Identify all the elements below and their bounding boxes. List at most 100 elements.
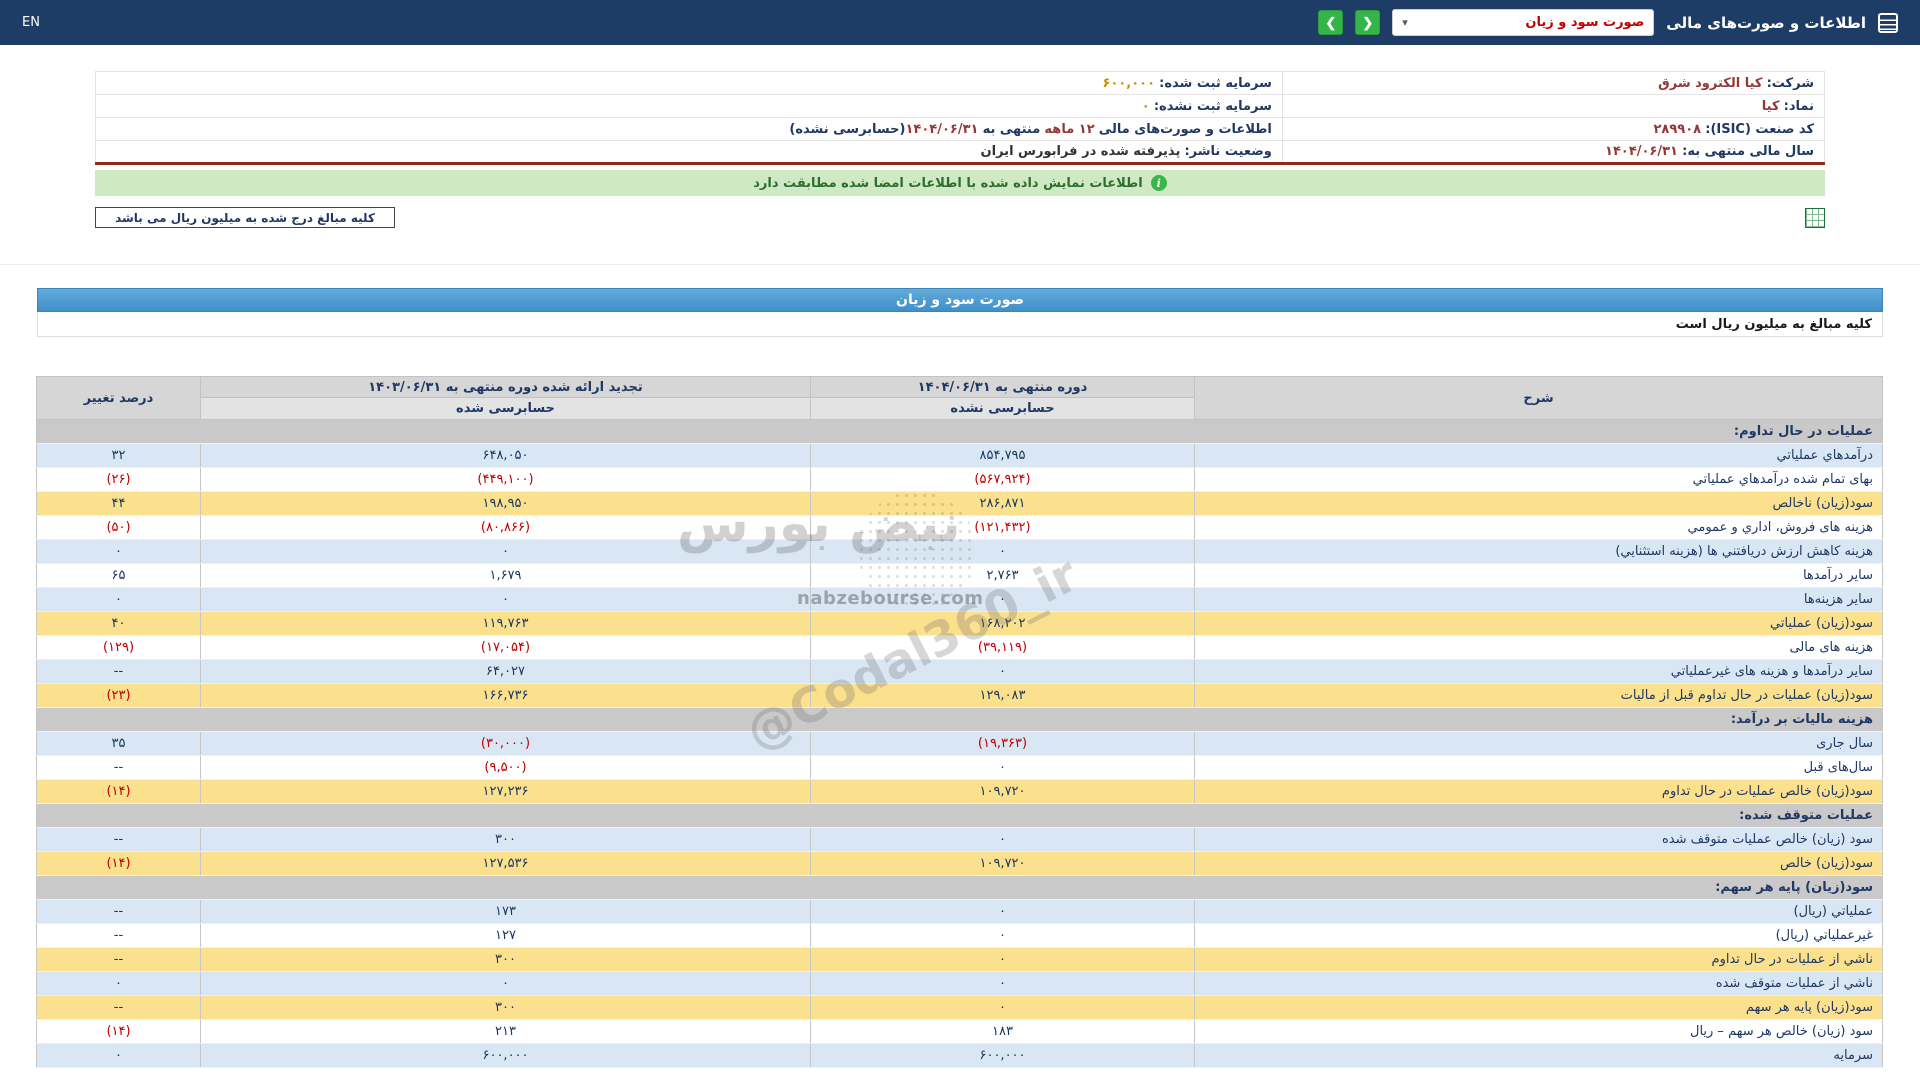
previous-period-value: ۱,۶۷۹	[201, 564, 811, 588]
row-description: سود (زیان) خالص عملیات متوقف شده	[1195, 828, 1883, 852]
section-title: عملیات متوقف شده:	[37, 804, 1883, 828]
row-description: غيرعملياتي (ريال)	[1195, 924, 1883, 948]
profit-loss-table: شرح دوره منتهی به ۱۴۰۴/۰۶/۳۱ تجدید ارائه…	[36, 376, 1883, 1068]
statement-select-value: صورت سود و زیان	[1525, 15, 1644, 30]
info-row: نماد: کیا سرمایه ثبت نشده: ۰	[96, 95, 1825, 118]
info-row: سال مالی منتهی به: ۱۴۰۴/۰۶/۳۱ وضعیت ناشر…	[96, 141, 1825, 164]
info-cell-report-period: اطلاعات و صورت‌های مالی ۱۲ ماهه منتهی به…	[96, 118, 1283, 141]
col-header-previous-period: تجدید ارائه شده دوره منتهی به ۱۴۰۳/۰۶/۳۱	[201, 377, 811, 398]
table-section-row: عملیات در حال تداوم:	[37, 420, 1883, 444]
export-excel-icon[interactable]	[1805, 208, 1825, 228]
current-period-value: ۱۸۳	[811, 1020, 1195, 1044]
topbar-title: اطلاعات و صورت‌های مالی	[1666, 14, 1866, 32]
col-header-description: شرح	[1195, 377, 1883, 420]
table-row: بهای تمام شده درآمدهاي عملياتي(۵۶۷,۹۲۴)(…	[37, 468, 1883, 492]
report-period-months: ۱۲ ماهه	[1044, 122, 1094, 137]
table-section-row: سود(زيان) پايه هر سهم:	[37, 876, 1883, 900]
info-cell-issuer-status: وضعیت ناشر: پذیرفته شده در فرابورس ایران	[96, 141, 1283, 164]
row-description: هزينه های مالی	[1195, 636, 1883, 660]
col-header-current-period: دوره منتهی به ۱۴۰۴/۰۶/۳۱	[811, 377, 1195, 398]
unit-note-row: کلیه مبالغ درج شده به میلیون ریال می باش…	[95, 207, 1825, 228]
table-row: درآمدهاي عملياتي۸۵۴,۷۹۵۶۴۸,۰۵۰۳۲	[37, 444, 1883, 468]
previous-period-value: (۸۰,۸۶۶)	[201, 516, 811, 540]
row-description: سود(زيان) خالص عملیات در حال تداوم	[1195, 780, 1883, 804]
row-description: ساير درآمدها	[1195, 564, 1883, 588]
field-label: کد صنعت (ISIC):	[1705, 122, 1814, 137]
current-period-value: ۱۲۹,۰۸۳	[811, 684, 1195, 708]
table-row: سایر هزينه‌ها۰۰۰	[37, 588, 1883, 612]
section-title: هزينه ماليات بر درآمد:	[37, 708, 1883, 732]
change-percent-value: (۱۴)	[37, 1020, 201, 1044]
row-description: بهای تمام شده درآمدهاي عملياتي	[1195, 468, 1883, 492]
company-name: کیا الکترود شرق	[1658, 76, 1762, 91]
statement-type-select[interactable]: صورت سود و زیان ▾	[1392, 9, 1654, 36]
table-row: ساير درآمدها۲,۷۶۳۱,۶۷۹۶۵	[37, 564, 1883, 588]
row-description: سود(زيان) عملياتي	[1195, 612, 1883, 636]
next-statement-button[interactable]: ❯	[1318, 10, 1343, 35]
change-percent-value: ۴۰	[37, 612, 201, 636]
col-subheader-audited: حسابرسی شده	[201, 398, 811, 420]
previous-period-value: ۰	[201, 588, 811, 612]
signature-match-text: اطلاعات نمایش داده شده با اطلاعات امضا ش…	[753, 176, 1143, 191]
statement-title-bar: صورت سود و زیان	[37, 288, 1883, 312]
change-percent-value: ۴۴	[37, 492, 201, 516]
change-percent-value: --	[37, 924, 201, 948]
row-description: عملياتي (ريال)	[1195, 900, 1883, 924]
report-period-text: اطلاعات و صورت‌های مالی	[1099, 122, 1272, 137]
change-percent-value: ۳۵	[37, 732, 201, 756]
row-description: سود(زیان) خالص	[1195, 852, 1883, 876]
info-cell-unregistered-capital: سرمایه ثبت نشده: ۰	[96, 95, 1283, 118]
row-description: سود(زيان) عمليات در حال تداوم قبل از مال…	[1195, 684, 1883, 708]
previous-period-value: ۱۲۷	[201, 924, 811, 948]
row-description: سود(زيان) پايه هر سهم	[1195, 996, 1883, 1020]
current-period-value: (۳۹,۱۱۹)	[811, 636, 1195, 660]
current-period-value: ۰	[811, 948, 1195, 972]
field-label: شرکت:	[1767, 76, 1814, 91]
info-cell-isic: کد صنعت (ISIC): ۲۸۹۹۰۸	[1282, 118, 1824, 141]
previous-period-value: ۱۷۳	[201, 900, 811, 924]
prev-statement-button[interactable]: ❮	[1355, 10, 1380, 35]
current-period-value: (۱۹,۳۶۳)	[811, 732, 1195, 756]
previous-period-value: ۲۱۳	[201, 1020, 811, 1044]
previous-period-value: (۱۷,۰۵۴)	[201, 636, 811, 660]
table-row: سود(زيان) عمليات در حال تداوم قبل از مال…	[37, 684, 1883, 708]
change-percent-value: (۵۰)	[37, 516, 201, 540]
current-period-value: ۲۸۶,۸۷۱	[811, 492, 1195, 516]
previous-period-value: ۶۰۰,۰۰۰	[201, 1044, 811, 1068]
previous-period-value: ۱۹۸,۹۵۰	[201, 492, 811, 516]
table-row: سال جاری(۱۹,۳۶۳)(۳۰,۰۰۰)۳۵	[37, 732, 1883, 756]
row-description: سایر هزينه‌ها	[1195, 588, 1883, 612]
current-period-value: ۸۵۴,۷۹۵	[811, 444, 1195, 468]
unregistered-capital-value: ۰	[1142, 99, 1150, 114]
previous-period-value: ۱۱۹,۷۶۳	[201, 612, 811, 636]
amount-unit-box: کلیه مبالغ درج شده به میلیون ریال می باش…	[95, 207, 395, 228]
issuer-status-value: پذیرفته شده در فرابورس ایران	[981, 144, 1181, 159]
company-info-section: شرکت: کیا الکترود شرق سرمایه ثبت شده: ۶۰…	[95, 71, 1825, 165]
current-period-value: (۱۲۱,۴۳۲)	[811, 516, 1195, 540]
previous-period-value: ۱۲۷,۵۳۶	[201, 852, 811, 876]
field-label: سال مالی منتهی به:	[1682, 144, 1814, 159]
table-row: سود (زيان) خالص هر سهم – ريال۱۸۳۲۱۳(۱۴)	[37, 1020, 1883, 1044]
field-label: سرمایه ثبت شده:	[1159, 76, 1272, 91]
table-row: سرمایه۶۰۰,۰۰۰۶۰۰,۰۰۰۰	[37, 1044, 1883, 1068]
info-cell-company: شرکت: کیا الکترود شرق	[1282, 72, 1824, 95]
isic-code-value: ۲۸۹۹۰۸	[1654, 122, 1702, 137]
statement-unit-note: کلیه مبالغ به میلیون ریال است	[37, 312, 1883, 337]
row-description: سود(زيان) ناخالص	[1195, 492, 1883, 516]
section-title: سود(زيان) پايه هر سهم:	[37, 876, 1883, 900]
current-period-value: ۰	[811, 660, 1195, 684]
current-period-value: ۰	[811, 828, 1195, 852]
change-percent-value: ۰	[37, 1044, 201, 1068]
row-description: هزينه های فروش، اداري و عمومي	[1195, 516, 1883, 540]
row-description: سرمایه	[1195, 1044, 1883, 1068]
table-row: سود(زيان) ناخالص۲۸۶,۸۷۱۱۹۸,۹۵۰۴۴	[37, 492, 1883, 516]
change-percent-value: (۱۲۹)	[37, 636, 201, 660]
row-description: هزينه کاهش ارزش دريافتني ها (هزينه استثن…	[1195, 540, 1883, 564]
table-section-row: عملیات متوقف شده:	[37, 804, 1883, 828]
current-period-value: ۱۰۹,۷۲۰	[811, 780, 1195, 804]
previous-period-value: ۱۶۶,۷۳۶	[201, 684, 811, 708]
current-period-value: ۰	[811, 900, 1195, 924]
language-toggle[interactable]: EN	[22, 15, 40, 30]
current-period-value: ۱۶۸,۲۰۲	[811, 612, 1195, 636]
current-period-value: ۰	[811, 588, 1195, 612]
